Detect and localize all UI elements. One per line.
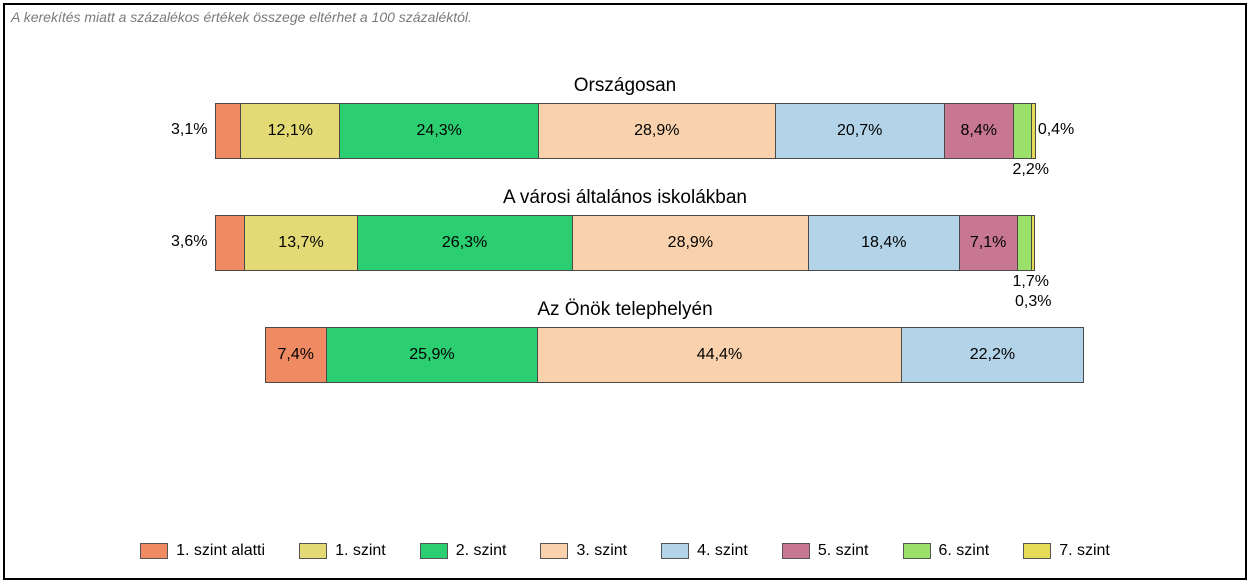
legend-label: 1. szint alatti — [176, 542, 265, 560]
row-title: A városi általános iskolákban — [5, 187, 1245, 209]
legend-label: 5. szint — [818, 542, 869, 560]
bar-segment: 24,3% — [340, 104, 539, 158]
legend-label: 3. szint — [576, 542, 627, 560]
legend-swatch — [1023, 543, 1051, 559]
bar-wrap: 3,6%1,7%0,3%13,7%26,3%28,9%18,4%7,1% — [215, 215, 1035, 271]
segment-label: 28,9% — [668, 234, 713, 252]
bar-segment — [1032, 216, 1034, 270]
legend-item: 1. szint alatti — [140, 542, 265, 560]
bar-segment: 22,2% — [902, 328, 1084, 382]
legend-item: 7. szint — [1023, 542, 1110, 560]
bar-segment: 7,4% — [266, 328, 327, 382]
bar-segment — [216, 104, 241, 158]
legend-item: 6. szint — [903, 542, 990, 560]
stacked-bar: 12,1% 24,3% 28,9% 20,7% 8,4% — [215, 103, 1036, 159]
bar-segment — [1018, 216, 1032, 270]
chart-row: Országosan3,1%2,2%0,4%12,1%24,3%28,9%20,… — [5, 75, 1245, 159]
segment-label: 28,9% — [634, 122, 679, 140]
rounding-note: A kerekítés miatt a százalékos értékek ö… — [11, 9, 472, 25]
segment-label: 13,7% — [278, 234, 323, 252]
segment-label-outside: 0,4% — [1038, 121, 1074, 139]
legend-item: 3. szint — [540, 542, 627, 560]
bar-segment — [1014, 104, 1032, 158]
row-title: Országosan — [5, 75, 1245, 97]
legend-item: 1. szint — [299, 542, 386, 560]
legend-swatch — [299, 543, 327, 559]
segment-label: 18,4% — [861, 234, 906, 252]
chart-frame: A kerekítés miatt a százalékos értékek ö… — [3, 3, 1247, 580]
bar-segment: 13,7% — [245, 216, 357, 270]
segment-label: 44,4% — [697, 346, 742, 364]
segment-label-outside: 3,1% — [171, 121, 207, 139]
legend-item: 2. szint — [420, 542, 507, 560]
segment-label: 8,4% — [960, 122, 996, 140]
legend-label: 7. szint — [1059, 542, 1110, 560]
segment-label: 22,2% — [970, 346, 1015, 364]
legend-item: 4. szint — [661, 542, 748, 560]
bar-segment: 28,9% — [573, 216, 809, 270]
legend-swatch — [903, 543, 931, 559]
bar-segment: 25,9% — [327, 328, 539, 382]
chart-row: Az Önök telephelyén 7,4% 25,9% 44,4% 22,2% — [5, 299, 1245, 383]
segment-label: 25,9% — [409, 346, 454, 364]
bar-segment: 12,1% — [241, 104, 340, 158]
legend-swatch — [661, 543, 689, 559]
bar-segment: 44,4% — [538, 328, 901, 382]
chart-area: Országosan 3,1% 2,2% 0,4% 12,1% 24,3% 28,9% 20,… — [5, 75, 1245, 411]
legend-item: 5. szint — [782, 542, 869, 560]
legend-swatch — [782, 543, 810, 559]
segment-label-outside: 2,2% — [1013, 161, 1049, 179]
segment-label-outside: 1,7% — [1013, 273, 1049, 291]
legend-swatch — [140, 543, 168, 559]
bar-segment — [1032, 104, 1035, 158]
bar-segment: 26,3% — [358, 216, 573, 270]
legend-label: 1. szint — [335, 542, 386, 560]
stacked-bar: 7,4% 25,9% 44,4% 22,2% — [265, 327, 1084, 383]
legend-label: 4. szint — [697, 542, 748, 560]
segment-label: 26,3% — [442, 234, 487, 252]
legend: 1. szint alatti 1. szint 2. szint 3. szint 4… — [5, 542, 1245, 560]
segment-label: 20,7% — [837, 122, 882, 140]
segment-label: 12,1% — [268, 122, 313, 140]
chart-row: A városi általános iskolákban3,6%1,7%0,3… — [5, 187, 1245, 271]
legend-swatch — [420, 543, 448, 559]
legend-label: 6. szint — [939, 542, 990, 560]
bar-segment: 20,7% — [776, 104, 945, 158]
bar-segment: 8,4% — [945, 104, 1014, 158]
bar-wrap: 7,4% 25,9% 44,4% 22,2% — [215, 327, 1035, 383]
bar-segment: 18,4% — [809, 216, 960, 270]
segment-label: 24,3% — [417, 122, 462, 140]
segment-label: 7,1% — [970, 234, 1006, 252]
legend-swatch — [540, 543, 568, 559]
legend-label: 2. szint — [456, 542, 507, 560]
stacked-bar: 13,7% 26,3% 28,9% 18,4% 7,1% — [215, 215, 1035, 271]
bar-segment: 28,9% — [539, 104, 775, 158]
bar-segment — [216, 216, 245, 270]
bar-wrap: 3,1%2,2%0,4%12,1%24,3%28,9%20,7%8,4% — [215, 103, 1035, 159]
bar-segment: 7,1% — [960, 216, 1018, 270]
row-title: Az Önök telephelyén — [5, 299, 1245, 321]
segment-label-outside: 0,3% — [1015, 293, 1051, 311]
segment-label: 7,4% — [278, 346, 314, 364]
segment-label-outside: 3,6% — [171, 233, 207, 251]
